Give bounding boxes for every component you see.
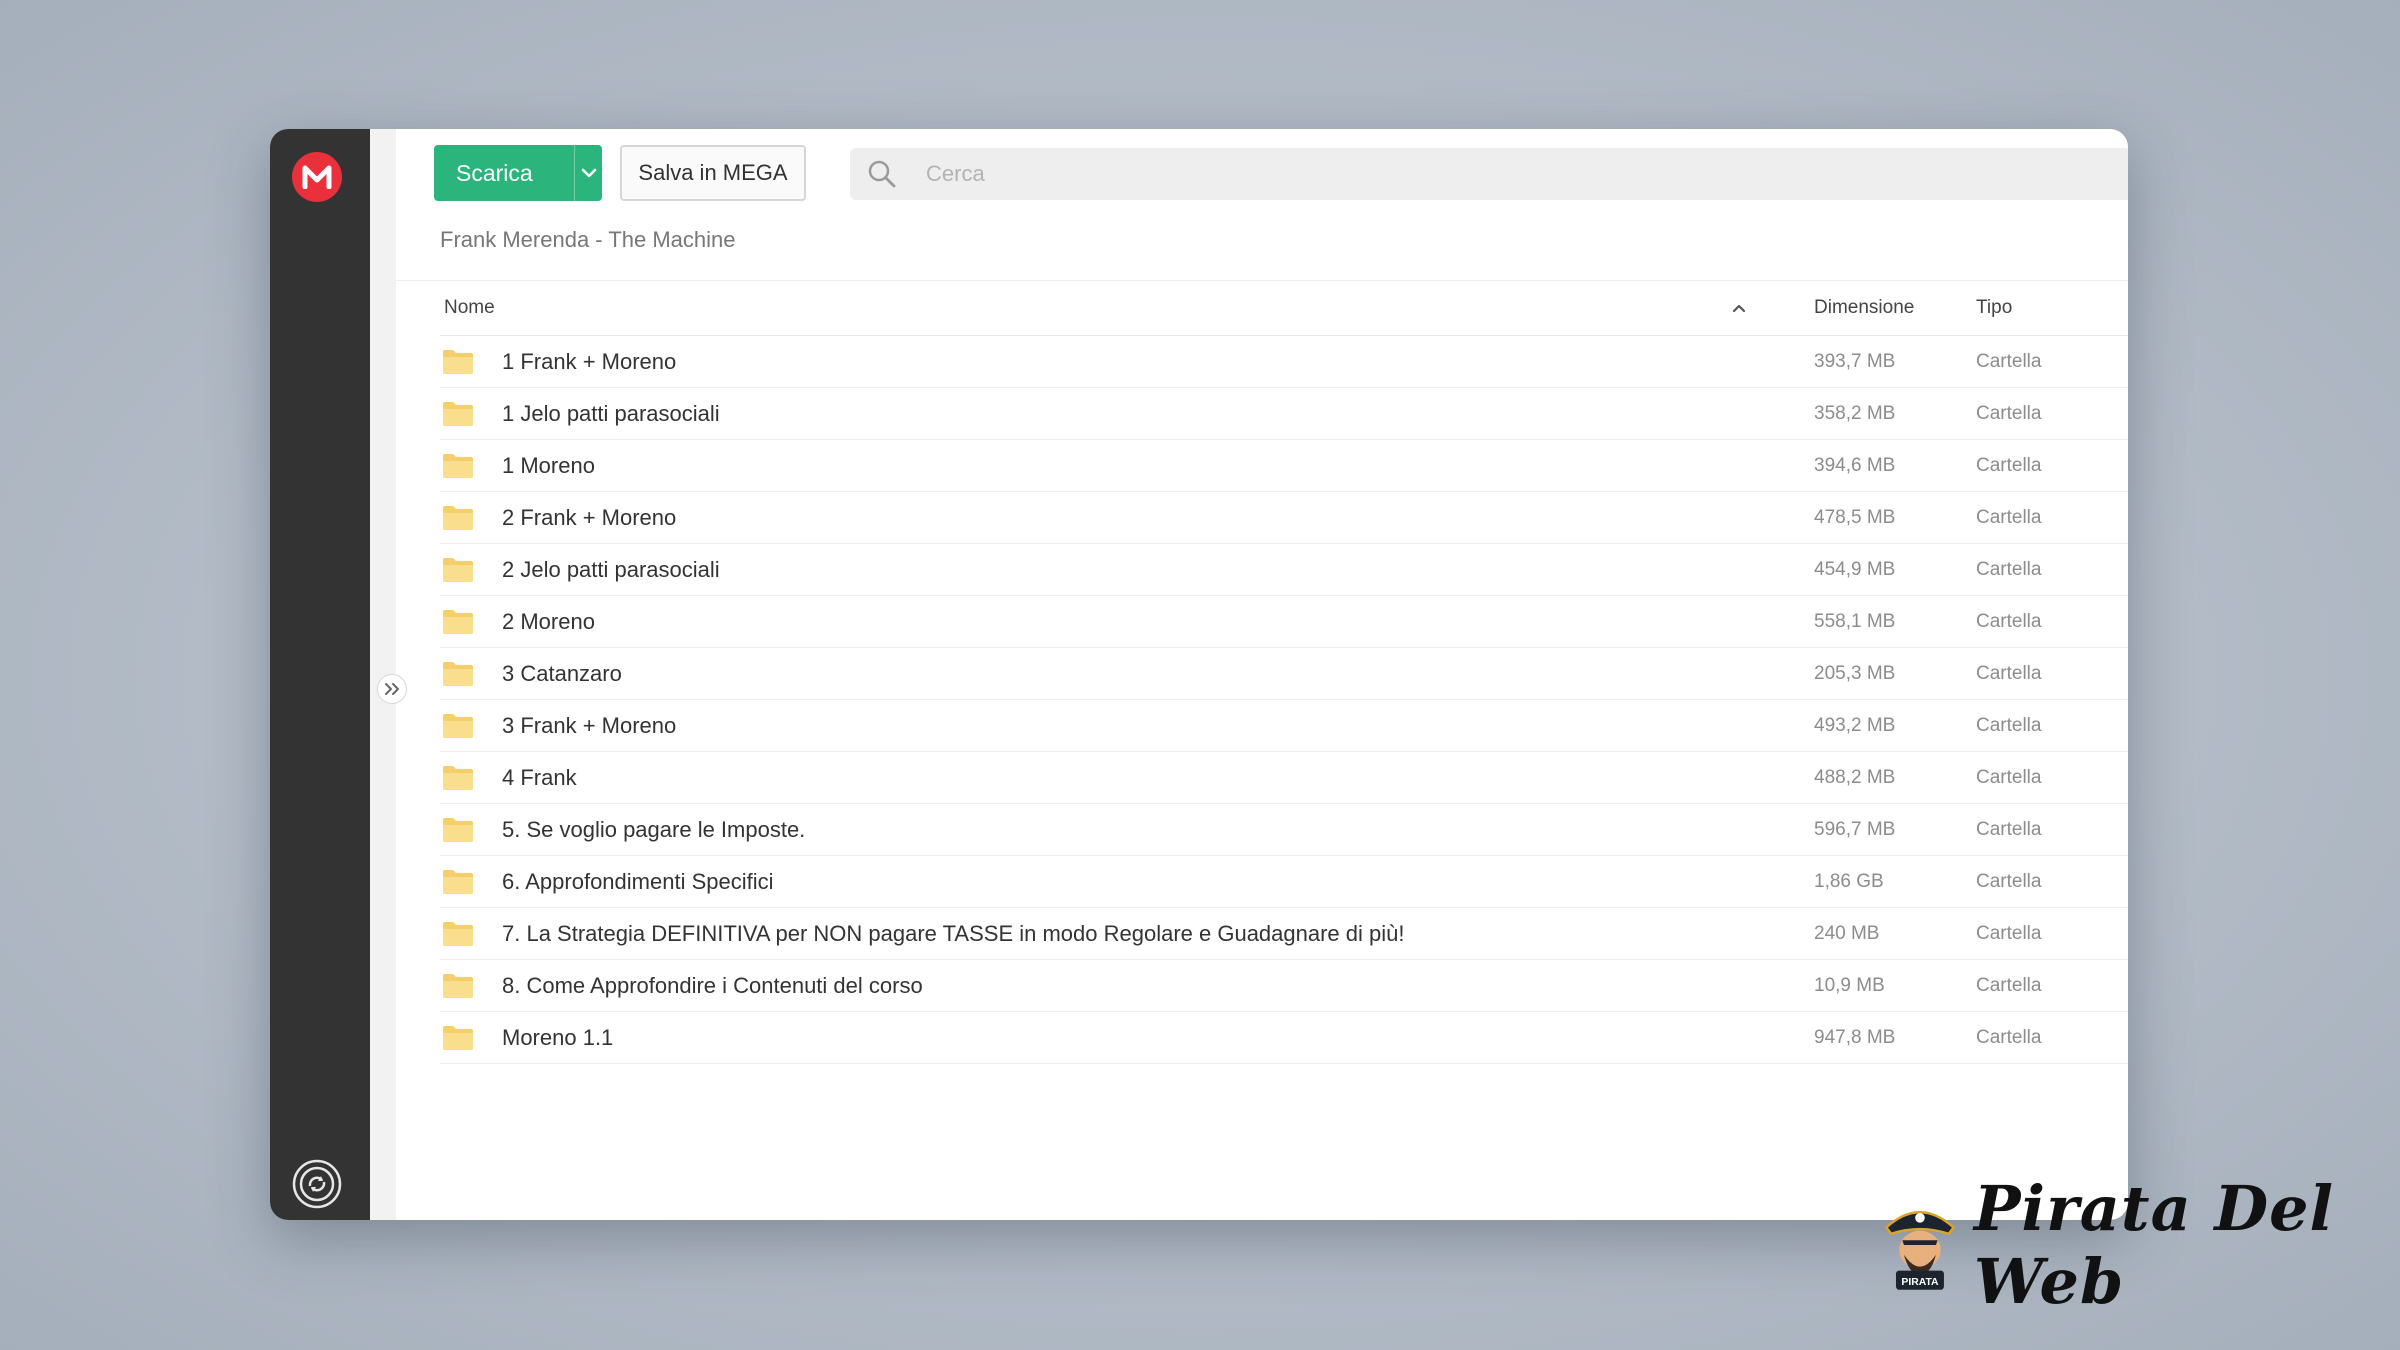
table-row[interactable]: 2 Frank + Moreno 478,5 MB Cartella — [440, 492, 2128, 544]
file-type: Cartella — [1976, 1027, 2042, 1048]
search-icon — [868, 160, 896, 188]
file-name: 3 Frank + Moreno — [502, 713, 677, 738]
file-type: Cartella — [1976, 351, 2042, 372]
file-size: 394,6 MB — [1814, 455, 1896, 476]
search-input[interactable] — [924, 160, 1528, 188]
file-name: 2 Frank + Moreno — [502, 505, 677, 530]
breadcrumb[interactable]: Frank Merenda - The Machine — [440, 227, 736, 253]
folder-icon — [443, 402, 473, 426]
file-size: 596,7 MB — [1814, 819, 1896, 840]
table-row[interactable]: Moreno 1.1 947,8 MB Cartella — [440, 1012, 2128, 1064]
file-name: Moreno 1.1 — [502, 1025, 614, 1050]
folder-icon — [443, 350, 473, 374]
file-type: Cartella — [1976, 611, 2042, 632]
file-size: 493,2 MB — [1814, 715, 1896, 736]
file-size: 358,2 MB — [1814, 403, 1896, 424]
file-type: Cartella — [1976, 767, 2042, 788]
file-type: Cartella — [1976, 559, 2042, 580]
table-row[interactable]: 7. La Strategia DEFINITIVA per NON pagar… — [440, 908, 2128, 960]
file-size: 558,1 MB — [1814, 611, 1896, 632]
watermark-brand: PIRATA Pirata Del Web — [1880, 1172, 2400, 1318]
file-name: 7. La Strategia DEFINITIVA per NON pagar… — [502, 921, 1405, 946]
table-row[interactable]: 2 Moreno 558,1 MB Cartella — [440, 596, 2128, 648]
sync-icon[interactable] — [292, 1159, 342, 1209]
table-header: Nome Dimensione Tipo — [440, 281, 2128, 336]
folder-icon — [443, 922, 473, 946]
file-name: 8. Come Approfondire i Contenuti del cor… — [502, 973, 923, 998]
file-type: Cartella — [1976, 923, 2042, 944]
file-size: 947,8 MB — [1814, 1027, 1896, 1048]
folder-icon — [443, 454, 473, 478]
column-header-name[interactable]: Nome — [444, 297, 495, 319]
folder-icon — [443, 766, 473, 790]
folder-icon — [443, 870, 473, 894]
file-name: 4 Frank — [502, 765, 577, 790]
file-name: 2 Moreno — [502, 609, 595, 634]
file-name: 1 Jelo patti parasociali — [502, 401, 720, 426]
folder-icon — [443, 506, 473, 530]
file-type: Cartella — [1976, 819, 2042, 840]
save-to-mega-button[interactable]: Salva in MEGA — [620, 145, 806, 201]
folder-icon — [443, 662, 473, 686]
file-type: Cartella — [1976, 663, 2042, 684]
sidebar — [270, 129, 370, 1220]
folder-icon — [443, 974, 473, 998]
file-type: Cartella — [1976, 871, 2042, 892]
file-size: 488,2 MB — [1814, 767, 1896, 788]
file-name: 6. Approfondimenti Specifici — [502, 869, 774, 894]
column-header-type[interactable]: Tipo — [1976, 297, 2012, 319]
table-row[interactable]: 3 Catanzaro 205,3 MB Cartella — [440, 648, 2128, 700]
file-name: 5. Se voglio pagare le Imposte. — [502, 817, 806, 842]
table-row[interactable]: 6. Approfondimenti Specifici 1,86 GB Carte… — [440, 856, 2128, 908]
file-type: Cartella — [1976, 403, 2042, 424]
file-name: 1 Moreno — [502, 453, 595, 478]
file-size: 1,86 GB — [1814, 871, 1884, 892]
table-row[interactable]: 3 Frank + Moreno 493,2 MB Cartella — [440, 700, 2128, 752]
download-button[interactable]: Scarica — [434, 145, 602, 201]
folder-icon — [443, 714, 473, 738]
mega-window: Scarica Salva in MEGA Frank Merenda - Th… — [270, 129, 2128, 1220]
file-name: 2 Jelo patti parasociali — [502, 557, 720, 582]
file-name: 3 Catanzaro — [502, 661, 622, 686]
file-type: Cartella — [1976, 715, 2042, 736]
table-row[interactable]: 4 Frank 488,2 MB Cartella — [440, 752, 2128, 804]
search-bar[interactable] — [850, 148, 2128, 200]
file-size: 454,9 MB — [1814, 559, 1896, 580]
file-size: 393,7 MB — [1814, 351, 1896, 372]
file-size: 10,9 MB — [1814, 975, 1885, 996]
download-button-label: Scarica — [456, 159, 533, 186]
chevron-down-icon — [581, 168, 596, 178]
table-row[interactable]: 1 Jelo patti parasociali 358,2 MB Cartella — [440, 388, 2128, 440]
file-type: Cartella — [1976, 455, 2042, 476]
folder-icon — [443, 818, 473, 842]
brand-name: Pirata Del Web — [1973, 1172, 2335, 1318]
folder-icon — [443, 1026, 473, 1050]
file-size: 240 MB — [1814, 923, 1880, 944]
file-name: 1 Frank + Moreno — [502, 349, 677, 374]
main-panel: Scarica Salva in MEGA Frank Merenda - Th… — [396, 129, 2128, 1220]
table-row[interactable]: 1 Frank + Moreno 393,7 MB Cartella — [440, 336, 2128, 388]
folder-icon — [443, 610, 473, 634]
download-options-button[interactable] — [575, 168, 602, 178]
table-body: 1 Frank + Moreno 393,7 MB Cartella 1 Jelo p… — [440, 336, 2128, 1064]
folder-icon — [443, 558, 473, 582]
table-row[interactable]: 8. Come Approfondire i Contenuti del cor… — [440, 960, 2128, 1012]
table-row[interactable]: 2 Jelo patti parasociali 454,9 MB Cartella — [440, 544, 2128, 596]
file-type: Cartella — [1976, 507, 2042, 528]
file-type: Cartella — [1976, 975, 2042, 996]
table-row[interactable]: 5. Se voglio pagare le Imposte. 596,7 MB C… — [440, 804, 2128, 856]
table-row[interactable]: 1 Moreno 394,6 MB Cartella — [440, 440, 2128, 492]
sort-asc-icon[interactable] — [1730, 299, 1748, 317]
file-size: 205,3 MB — [1814, 663, 1896, 684]
column-header-size[interactable]: Dimensione — [1814, 297, 1914, 319]
pirate-mascot-icon: PIRATA — [1884, 1211, 1956, 1290]
file-size: 478,5 MB — [1814, 507, 1896, 528]
svg-text:PIRATA: PIRATA — [1901, 1277, 1939, 1288]
file-table: Nome Dimensione Tipo 1 Frank + Moreno 393… — [440, 281, 2128, 1064]
mega-logo-icon[interactable] — [292, 152, 342, 202]
